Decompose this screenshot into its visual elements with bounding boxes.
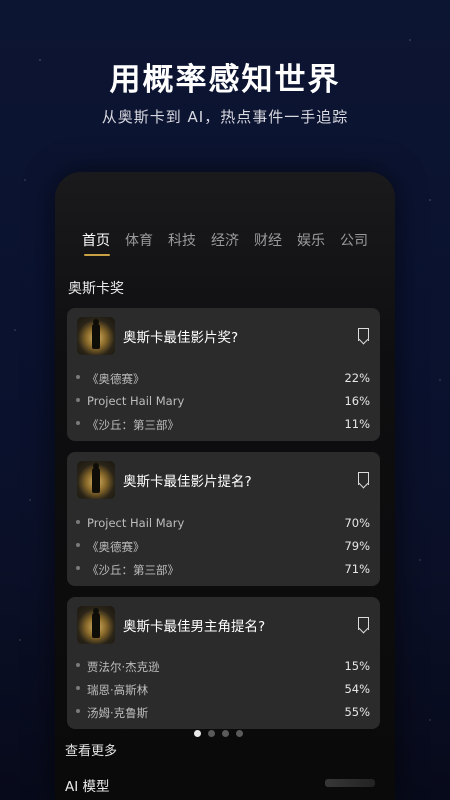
option-probability: 79% — [344, 539, 370, 553]
pager-dot[interactable] — [236, 730, 243, 737]
tab-entertainment[interactable]: 娱乐 — [297, 230, 340, 256]
bookmark-icon[interactable] — [358, 328, 369, 341]
hero-subtitle: 从奥斯卡到 AI，热点事件一手追踪 — [101, 108, 349, 126]
option-label: Project Hail Mary — [87, 516, 185, 530]
bullet-icon — [76, 520, 80, 524]
option-label: 汤姆·克鲁斯 — [87, 706, 149, 720]
option-label: 《沙丘：第三部》 — [87, 563, 179, 577]
card-question: 奥斯卡最佳男主角提名? — [123, 619, 266, 635]
tab-sports[interactable]: 体育 — [125, 230, 168, 256]
card-question: 奥斯卡最佳影片提名? — [123, 474, 252, 490]
market-card[interactable]: 奥斯卡最佳男主角提名? 贾法尔·杰克逊 15% 瑞恩·高斯林 54% 汤姆·克鲁… — [67, 597, 380, 729]
section-title: 奥斯卡奖 — [68, 281, 124, 297]
bullet-icon — [76, 421, 80, 425]
option-row[interactable]: 《奥德赛》 79% — [76, 537, 370, 557]
bullet-icon — [76, 686, 80, 690]
carousel-pager[interactable] — [194, 730, 243, 737]
option-label: Project Hail Mary — [87, 394, 185, 408]
bullet-icon — [76, 566, 80, 570]
tab-home[interactable]: 首页 — [82, 230, 125, 256]
option-row[interactable]: Project Hail Mary 16% — [76, 392, 370, 412]
tab-economy[interactable]: 经济 — [211, 230, 254, 256]
oscar-statue-image — [77, 317, 115, 355]
option-label: 《沙丘：第三部》 — [87, 418, 179, 432]
bookmark-icon[interactable] — [358, 617, 369, 630]
pager-dot[interactable] — [222, 730, 229, 737]
market-card[interactable]: 奥斯卡最佳影片奖? 《奥德赛》 22% Project Hail Mary 16… — [67, 308, 380, 441]
option-row[interactable]: Project Hail Mary 70% — [76, 514, 370, 534]
hero-title: 用概率感知世界 — [109, 62, 341, 98]
option-label: 贾法尔·杰克逊 — [87, 660, 160, 674]
tab-finance[interactable]: 财经 — [254, 230, 297, 256]
option-row[interactable]: 汤姆·克鲁斯 55% — [76, 703, 370, 723]
bookmark-icon[interactable] — [358, 472, 369, 485]
option-probability: 71% — [344, 562, 370, 576]
bullet-icon — [76, 398, 80, 402]
oscar-statue-image — [77, 606, 115, 644]
tab-tech[interactable]: 科技 — [168, 230, 211, 256]
option-probability: 54% — [344, 682, 370, 696]
option-probability: 55% — [344, 705, 370, 719]
bullet-icon — [76, 663, 80, 667]
category-tabs: 首页 体育 科技 经济 财经 娱乐 公司 — [82, 230, 383, 256]
option-probability: 16% — [344, 394, 370, 408]
option-row[interactable]: 贾法尔·杰克逊 15% — [76, 657, 370, 677]
option-probability: 70% — [344, 516, 370, 530]
bullet-icon — [76, 543, 80, 547]
bullet-icon — [76, 375, 80, 379]
option-row[interactable]: 《沙丘：第三部》 11% — [76, 415, 370, 435]
ai-section-preview — [325, 779, 375, 787]
option-label: 《奥德赛》 — [87, 372, 145, 386]
option-probability: 11% — [344, 417, 370, 431]
option-row[interactable]: 《奥德赛》 22% — [76, 369, 370, 389]
ai-section-title: AI 模型 — [65, 779, 110, 795]
option-label: 瑞恩·高斯林 — [87, 683, 149, 697]
see-more-link[interactable]: 查看更多 — [65, 740, 117, 759]
option-row[interactable]: 瑞恩·高斯林 54% — [76, 680, 370, 700]
option-row[interactable]: 《沙丘：第三部》 71% — [76, 560, 370, 580]
oscar-statue-image — [77, 461, 115, 499]
option-probability: 15% — [344, 659, 370, 673]
option-probability: 22% — [344, 371, 370, 385]
option-label: 《奥德赛》 — [87, 540, 145, 554]
tab-company[interactable]: 公司 — [340, 230, 383, 256]
bullet-icon — [76, 709, 80, 713]
pager-dot[interactable] — [208, 730, 215, 737]
pager-dot[interactable] — [194, 730, 201, 737]
card-question: 奥斯卡最佳影片奖? — [123, 330, 239, 346]
market-card[interactable]: 奥斯卡最佳影片提名? Project Hail Mary 70% 《奥德赛》 7… — [67, 452, 380, 586]
